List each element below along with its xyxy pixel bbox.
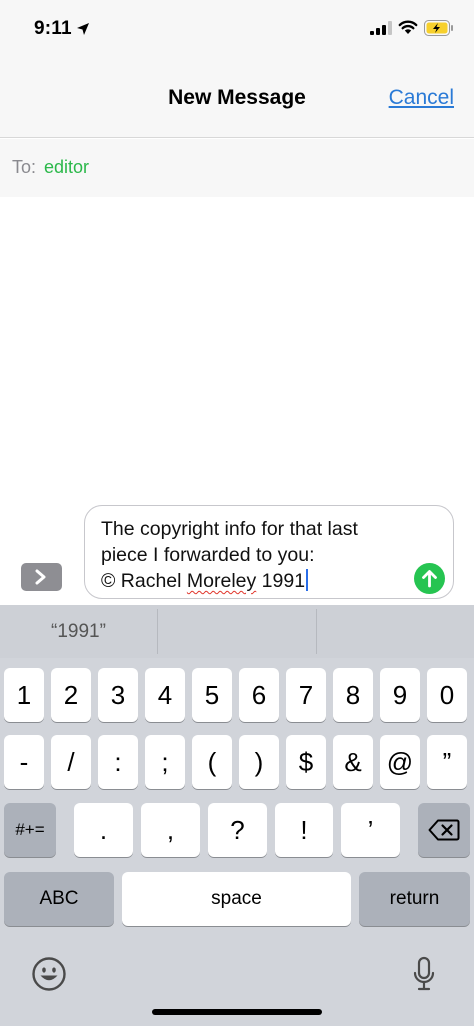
- suggestion-2[interactable]: [158, 605, 316, 658]
- misspelled-word[interactable]: Moreley: [187, 570, 256, 592]
- key-exclamation[interactable]: !: [275, 803, 333, 857]
- delete-key[interactable]: [418, 803, 470, 857]
- key-8[interactable]: 8: [333, 668, 373, 722]
- suggestion-3[interactable]: [317, 605, 474, 658]
- key-0[interactable]: 0: [427, 668, 467, 722]
- to-label: To:: [12, 157, 37, 177]
- message-line: © Rachel Moreley 1991: [101, 568, 411, 594]
- text-cursor: [306, 569, 309, 591]
- key-close-paren[interactable]: ): [239, 735, 279, 789]
- cellular-signal-icon: [370, 21, 392, 35]
- emoji-icon[interactable]: [31, 956, 67, 992]
- keyboard: “1991” 1 2 3 4 5 6 7 8 9 0 - / : ; ( ) $…: [0, 605, 474, 1026]
- symbols-toggle-key[interactable]: #+=: [4, 803, 56, 857]
- message-text-segment: 1991: [256, 570, 306, 592]
- battery-charging-icon: [424, 20, 453, 36]
- key-comma[interactable]: ,: [141, 803, 200, 857]
- key-5[interactable]: 5: [192, 668, 232, 722]
- backspace-icon: [428, 819, 460, 841]
- message-text-segment: © Rachel: [101, 570, 187, 592]
- key-4[interactable]: 4: [145, 668, 185, 722]
- message-line: piece I forwarded to you:: [101, 544, 315, 566]
- arrow-up-icon: [422, 570, 437, 588]
- suggestion-1[interactable]: “1991”: [0, 605, 157, 658]
- message-text: The copyright info for that last piece I…: [101, 516, 411, 594]
- send-button[interactable]: [414, 563, 445, 594]
- status-time: 9:11: [34, 18, 72, 39]
- key-9[interactable]: 9: [380, 668, 420, 722]
- nav-bar: New Message Cancel: [0, 60, 474, 138]
- key-1[interactable]: 1: [4, 668, 44, 722]
- key-at[interactable]: @: [380, 735, 420, 789]
- status-bar: 9:11: [0, 0, 474, 60]
- space-key[interactable]: space: [122, 872, 351, 926]
- key-apostrophe[interactable]: ’: [341, 803, 400, 857]
- key-2[interactable]: 2: [51, 668, 91, 722]
- key-7[interactable]: 7: [286, 668, 326, 722]
- key-6[interactable]: 6: [239, 668, 279, 722]
- cancel-button[interactable]: Cancel: [389, 86, 454, 110]
- location-arrow-icon: [77, 23, 89, 35]
- recipient-token[interactable]: editor: [44, 157, 89, 178]
- key-colon[interactable]: :: [98, 735, 138, 789]
- abc-key[interactable]: ABC: [4, 872, 114, 926]
- app-drawer-button[interactable]: [21, 563, 62, 591]
- key-3[interactable]: 3: [98, 668, 138, 722]
- key-dollar[interactable]: $: [286, 735, 326, 789]
- quicktype-bar: “1991”: [0, 605, 474, 658]
- key-question[interactable]: ?: [208, 803, 267, 857]
- key-quote[interactable]: ”: [427, 735, 467, 789]
- key-hyphen[interactable]: -: [4, 735, 44, 789]
- message-line: The copyright info for that last: [101, 518, 358, 540]
- key-semicolon[interactable]: ;: [145, 735, 185, 789]
- microphone-icon[interactable]: [413, 956, 435, 992]
- to-field[interactable]: To: editor: [0, 139, 474, 197]
- key-open-paren[interactable]: (: [192, 735, 232, 789]
- return-key[interactable]: return: [359, 872, 470, 926]
- home-indicator[interactable]: [152, 1009, 322, 1015]
- wifi-icon: [398, 20, 418, 34]
- message-input[interactable]: The copyright info for that last piece I…: [84, 505, 454, 599]
- key-period[interactable]: .: [74, 803, 133, 857]
- key-ampersand[interactable]: &: [333, 735, 373, 789]
- key-slash[interactable]: /: [51, 735, 91, 789]
- chevron-right-icon: [35, 569, 46, 585]
